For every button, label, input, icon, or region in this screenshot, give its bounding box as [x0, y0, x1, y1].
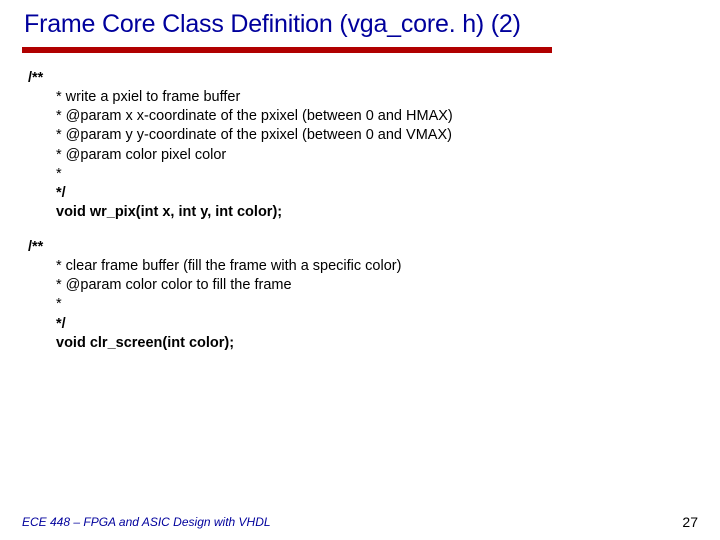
- comment-close: */: [28, 315, 692, 334]
- comment-line: *: [28, 295, 692, 314]
- comment-line: * write a pxiel to frame buffer: [28, 88, 692, 107]
- comment-line: * @param x x-coordinate of the pxixel (b…: [28, 107, 692, 126]
- slide-body: /** * write a pxiel to frame buffer * @p…: [0, 53, 720, 353]
- fn-decl-wr-pix: void wr_pix(int x, int y, int color);: [28, 203, 692, 222]
- code-block-wr-pix: /** * write a pxiel to frame buffer * @p…: [28, 69, 692, 222]
- comment-line: * @param color pixel color: [28, 146, 692, 165]
- slide-footer: ECE 448 – FPGA and ASIC Design with VHDL…: [22, 514, 698, 530]
- comment-open: /**: [28, 69, 692, 88]
- comment-line: * @param color color to fill the frame: [28, 276, 692, 295]
- comment-open: /**: [28, 238, 692, 257]
- comment-line: *: [28, 165, 692, 184]
- code-block-clr-screen: /** * clear frame buffer (fill the frame…: [28, 238, 692, 353]
- page-number: 27: [682, 514, 698, 530]
- comment-close: */: [28, 184, 692, 203]
- slide-title: Frame Core Class Definition (vga_core. h…: [0, 0, 720, 47]
- fn-decl-clr-screen: void clr_screen(int color);: [28, 334, 692, 353]
- comment-line: * clear frame buffer (fill the frame wit…: [28, 257, 692, 276]
- comment-line: * @param y y-coordinate of the pxixel (b…: [28, 126, 692, 145]
- footer-course: ECE 448 – FPGA and ASIC Design with VHDL: [22, 515, 271, 529]
